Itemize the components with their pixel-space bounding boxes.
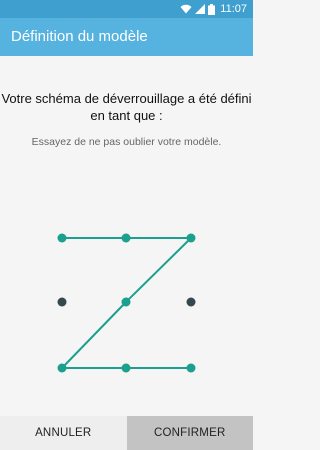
pattern-dot-9 [186,363,196,373]
pattern-dot-7 [57,363,67,373]
status-icons: 11:07 [180,2,247,16]
signal-icon [195,4,206,14]
wifi-icon [180,4,192,14]
pattern-dot-6 [186,297,196,307]
status-time: 11:07 [220,3,247,15]
status-bar: 11:07 [0,0,253,18]
content-area: Votre schéma de déverrouillage a été déf… [0,56,253,416]
app-bar: Définition du modèle [0,18,253,56]
pattern-dot-4 [57,297,67,307]
pattern-dot-2 [121,233,131,243]
pattern-dot-8 [121,363,131,373]
battery-icon [208,3,216,15]
pattern-dot-1 [57,233,67,243]
confirm-button[interactable]: CONFIRMER [126,416,253,450]
bottom-action-bar: ANNULER CONFIRMER [0,416,253,450]
pattern-dot-3 [186,233,196,243]
pattern-dot-5 [121,297,131,307]
cancel-button[interactable]: ANNULER [0,416,127,450]
page-title: Définition du modèle [11,28,148,45]
unlock-pattern [57,233,196,373]
